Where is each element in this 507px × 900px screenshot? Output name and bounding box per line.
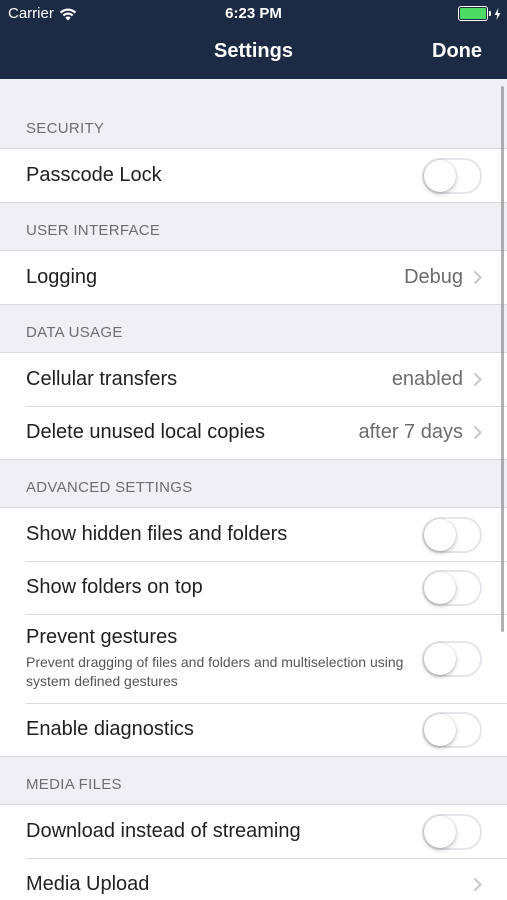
battery-icon (458, 6, 488, 21)
page-title: Settings (214, 40, 293, 62)
navigation-bar: Settings Done (0, 28, 507, 79)
prevent-gestures-toggle[interactable] (422, 640, 482, 677)
delete-unused-copies-label: Delete unused local copies (26, 421, 266, 443)
show-hidden-files-label: Show hidden files and folders (26, 523, 288, 545)
section-header-user-interface: USER INTERFACE (26, 222, 161, 239)
media-files-group: Download instead of streaming Media Uplo… (0, 804, 507, 900)
prevent-gestures-description: Prevent dragging of files and folders an… (26, 654, 404, 689)
settings-screen: Carrier 6:23 PM Settings Done SECURITY P… (0, 0, 507, 900)
battery-level (460, 8, 486, 19)
advanced-settings-group: Show hidden files and folders Show folde… (0, 507, 507, 757)
logging-row[interactable]: Logging Debug (0, 251, 507, 304)
delete-unused-copies-row[interactable]: Delete unused local copies after 7 days (0, 406, 507, 459)
toggle-knob (424, 642, 456, 675)
download-instead-of-streaming-label: Download instead of streaming (26, 820, 301, 842)
download-instead-of-streaming-row: Download instead of streaming (0, 805, 507, 858)
toggle-knob (424, 815, 456, 848)
toggle-knob (424, 571, 456, 604)
security-group: Passcode Lock (0, 148, 507, 203)
chevron-right-icon (473, 372, 482, 387)
vertical-scrollbar[interactable] (501, 86, 504, 632)
chevron-right-icon (473, 270, 482, 285)
user-interface-group: Logging Debug (0, 250, 507, 305)
show-folders-on-top-toggle[interactable] (422, 569, 482, 606)
toggle-knob (424, 159, 456, 192)
chevron-right-icon (473, 425, 482, 440)
media-upload-label: Media Upload (26, 873, 150, 895)
section-header-data-usage: DATA USAGE (26, 324, 123, 341)
cellular-transfers-row[interactable]: Cellular transfers enabled (0, 353, 507, 406)
toggle-knob (424, 713, 456, 746)
passcode-lock-row: Passcode Lock (0, 149, 507, 202)
cellular-transfers-value: enabled (391, 368, 463, 390)
status-bar: Carrier 6:23 PM (0, 0, 507, 28)
prevent-gestures-label: Prevent gestures (26, 626, 178, 648)
done-button[interactable]: Done (432, 40, 482, 63)
status-time: 6:23 PM (225, 5, 282, 22)
cellular-transfers-label: Cellular transfers (26, 368, 178, 390)
passcode-lock-toggle[interactable] (422, 157, 482, 194)
delete-unused-copies-value: after 7 days (358, 421, 463, 443)
settings-list[interactable]: SECURITY Passcode Lock USER INTERFACE Lo… (0, 79, 507, 900)
chevron-right-icon (473, 877, 482, 892)
prevent-gestures-row: Prevent gestures Prevent dragging of fil… (0, 614, 507, 703)
show-hidden-files-row: Show hidden files and folders (0, 508, 507, 561)
section-header-advanced-settings: ADVANCED SETTINGS (26, 479, 193, 496)
logging-label: Logging (26, 266, 98, 288)
media-upload-row[interactable]: Media Upload (0, 858, 507, 900)
passcode-lock-label: Passcode Lock (26, 164, 162, 186)
show-folders-on-top-row: Show folders on top (0, 561, 507, 614)
enable-diagnostics-toggle[interactable] (422, 711, 482, 748)
data-usage-group: Cellular transfers enabled Delete unused… (0, 352, 507, 460)
battery-indicator (458, 6, 501, 21)
enable-diagnostics-label: Enable diagnostics (26, 718, 194, 740)
battery-tip (489, 11, 491, 16)
enable-diagnostics-row: Enable diagnostics (0, 703, 507, 756)
charging-bolt-icon (494, 7, 501, 20)
toggle-knob (424, 518, 456, 551)
top-bar: Carrier 6:23 PM Settings Done (0, 0, 507, 79)
show-hidden-files-toggle[interactable] (422, 516, 482, 553)
show-folders-on-top-label: Show folders on top (26, 576, 203, 598)
logging-value: Debug (404, 266, 463, 288)
section-header-media-files: MEDIA FILES (26, 776, 122, 793)
download-instead-of-streaming-toggle[interactable] (422, 813, 482, 850)
section-header-security: SECURITY (26, 120, 105, 137)
